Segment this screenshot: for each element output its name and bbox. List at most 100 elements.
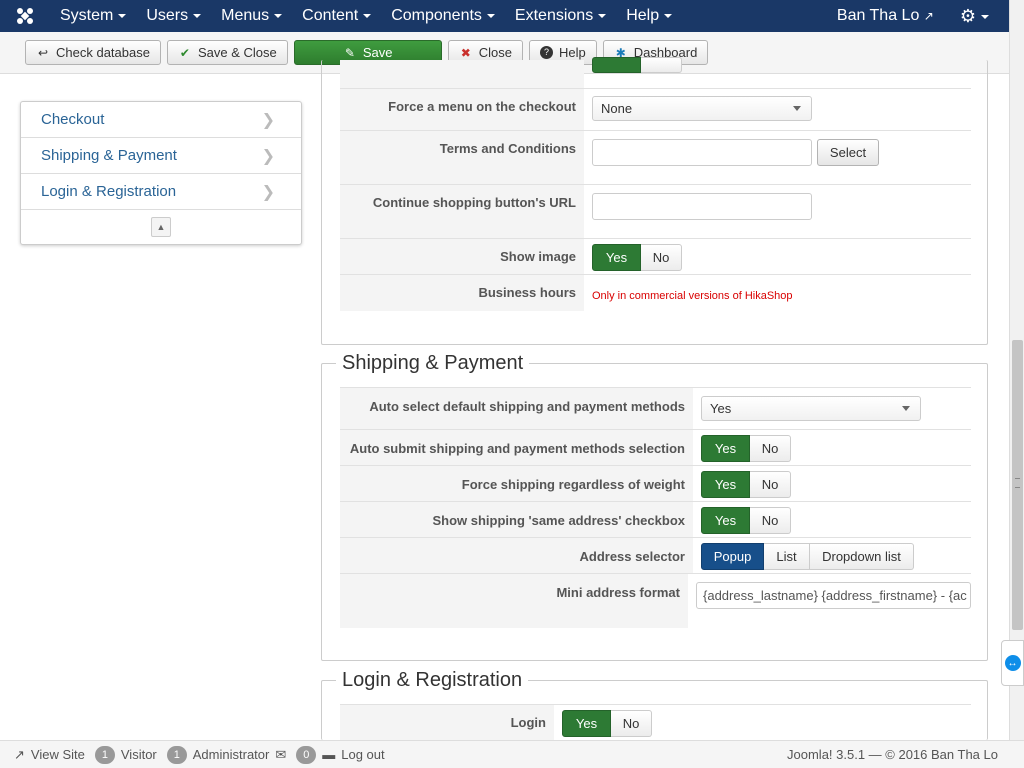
row-auto-select: Auto select default shipping and payment… bbox=[340, 387, 971, 430]
mini-address-input[interactable]: {address_lastname} {address_firstname} -… bbox=[696, 582, 971, 609]
sidebar-item-checkout[interactable]: Checkout ❯ bbox=[21, 102, 301, 138]
login-registration-legend: Login & Registration bbox=[336, 669, 529, 692]
teamviewer-icon: ↔ bbox=[1004, 655, 1021, 671]
shipping-payment-fieldset: Shipping & Payment Auto select default s… bbox=[321, 352, 988, 661]
chevron-down-icon bbox=[981, 14, 989, 19]
mini-address-label: Mini address format bbox=[340, 574, 688, 628]
visitor-count-badge: 1 bbox=[94, 745, 115, 764]
show-image-label: Show image bbox=[340, 239, 584, 275]
messages-status[interactable]: 0 ▬ Log out bbox=[296, 745, 385, 764]
force-shipping-no[interactable]: No bbox=[750, 471, 791, 498]
row-mini-address: Mini address format {address_lastname} {… bbox=[340, 573, 971, 628]
checkout-fieldset: Force a menu on the checkout None Terms … bbox=[321, 57, 988, 345]
row-business-hours: Business hours Only in commercial versio… bbox=[340, 274, 971, 311]
top-navbar: System Users Menus Content Components Ex… bbox=[0, 0, 1009, 32]
same-address-toggle[interactable]: Yes No bbox=[701, 507, 791, 534]
page-scrollbar[interactable] bbox=[1009, 0, 1024, 740]
show-image-yes[interactable]: Yes bbox=[592, 244, 641, 271]
business-hours-label: Business hours bbox=[340, 275, 584, 311]
chevron-down-icon bbox=[598, 13, 607, 18]
row-partial bbox=[340, 57, 971, 88]
view-site-link[interactable]: ↗ View Site bbox=[14, 747, 85, 763]
partial-toggle[interactable] bbox=[592, 57, 682, 84]
auto-select-label: Auto select default shipping and payment… bbox=[340, 388, 693, 430]
menu-content[interactable]: Content bbox=[292, 0, 381, 32]
check-database-button[interactable]: ↩ Check database bbox=[25, 40, 161, 65]
force-shipping-toggle[interactable]: Yes No bbox=[701, 471, 791, 498]
question-icon: ? bbox=[539, 46, 553, 59]
login-toggle[interactable]: Yes No bbox=[562, 710, 652, 737]
menu-system[interactable]: System bbox=[50, 0, 136, 32]
row-address-selector: Address selector Popup List Dropdown lis… bbox=[340, 537, 971, 574]
show-image-no[interactable]: No bbox=[641, 244, 682, 271]
continue-url-input[interactable] bbox=[592, 193, 812, 220]
row-force-shipping: Force shipping regardless of weight Yes … bbox=[340, 465, 971, 502]
login-yes[interactable]: Yes bbox=[562, 710, 611, 737]
sidebar-collapse-row: ▲ bbox=[21, 210, 301, 244]
force-shipping-yes[interactable]: Yes bbox=[701, 471, 750, 498]
collapse-up-icon[interactable]: ▲ bbox=[151, 217, 171, 237]
continue-url-label: Continue shopping button's URL bbox=[340, 185, 584, 239]
messages-count-badge: 0 bbox=[296, 745, 317, 764]
address-selector-popup[interactable]: Popup bbox=[701, 543, 764, 570]
force-shipping-label: Force shipping regardless of weight bbox=[340, 466, 693, 502]
shipping-payment-legend: Shipping & Payment bbox=[336, 352, 530, 375]
menu-menus[interactable]: Menus bbox=[211, 0, 292, 32]
chevron-down-icon bbox=[274, 13, 283, 18]
force-menu-select[interactable]: None bbox=[592, 96, 812, 121]
chevron-right-icon: ❯ bbox=[261, 183, 275, 201]
scrollbar-grip-icon bbox=[1015, 478, 1020, 488]
chevron-down-icon bbox=[118, 13, 127, 18]
gear-icon[interactable]: ⚙ bbox=[946, 6, 1009, 27]
save-close-button[interactable]: ✔ Save & Close bbox=[166, 40, 288, 65]
chevron-down-icon bbox=[486, 13, 495, 18]
mail-icon: ✉ bbox=[275, 746, 287, 762]
commercial-only-note: Only in commercial versions of HikaShop bbox=[592, 290, 793, 302]
chevron-down-icon bbox=[664, 13, 673, 18]
force-menu-label: Force a menu on the checkout bbox=[340, 89, 584, 131]
user-link[interactable]: Ban Tha Lo ↗ bbox=[825, 7, 946, 25]
menu-extensions[interactable]: Extensions bbox=[505, 0, 616, 32]
row-show-image: Show image Yes No bbox=[340, 238, 971, 275]
visitor-status[interactable]: 1 Visitor bbox=[94, 745, 157, 764]
sidebar-item-login-registration[interactable]: Login & Registration ❯ bbox=[21, 174, 301, 210]
address-selector-dropdown[interactable]: Dropdown list bbox=[810, 543, 914, 570]
auto-select-select[interactable]: Yes bbox=[701, 396, 921, 421]
terms-input[interactable] bbox=[592, 139, 812, 166]
menu-help[interactable]: Help bbox=[616, 0, 682, 32]
dropdown-arrow-icon bbox=[793, 106, 801, 111]
same-address-yes[interactable]: Yes bbox=[701, 507, 750, 534]
row-same-address: Show shipping 'same address' checkbox Ye… bbox=[340, 501, 971, 538]
external-link-icon: ↗ bbox=[923, 9, 934, 23]
chevron-right-icon: ❯ bbox=[261, 147, 275, 165]
version-text: Joomla! 3.5.1 — © 2016 Ban Tha Lo bbox=[787, 747, 998, 762]
row-terms: Terms and Conditions Select bbox=[340, 130, 971, 185]
auto-submit-toggle[interactable]: Yes No bbox=[701, 435, 791, 462]
terms-select-button[interactable]: Select bbox=[817, 139, 879, 166]
auto-submit-no[interactable]: No bbox=[750, 435, 791, 462]
minus-icon: ▬ bbox=[322, 747, 336, 762]
teamviewer-tab[interactable]: ↔ bbox=[1001, 640, 1024, 686]
dropdown-arrow-icon bbox=[902, 406, 910, 411]
login-label: Login bbox=[340, 705, 554, 742]
auto-submit-label: Auto submit shipping and payment methods… bbox=[340, 430, 693, 466]
sidebar-item-shipping-payment[interactable]: Shipping & Payment ❯ bbox=[21, 138, 301, 174]
row-force-menu: Force a menu on the checkout None bbox=[340, 88, 971, 131]
auto-submit-yes[interactable]: Yes bbox=[701, 435, 750, 462]
edit-icon: ✎ bbox=[344, 45, 355, 60]
login-no[interactable]: No bbox=[611, 710, 652, 737]
same-address-no[interactable]: No bbox=[750, 507, 791, 534]
menu-users[interactable]: Users bbox=[136, 0, 211, 32]
admin-status[interactable]: 1 Administrator ✉ bbox=[166, 745, 287, 764]
database-icon: ↩ bbox=[37, 45, 49, 60]
address-selector-list[interactable]: List bbox=[764, 543, 810, 570]
joomla-logo-icon[interactable] bbox=[0, 0, 50, 32]
navbar-right: Ban Tha Lo ↗ ⚙ bbox=[825, 0, 1009, 32]
row-auto-submit: Auto submit shipping and payment methods… bbox=[340, 429, 971, 466]
row-login: Login Yes No bbox=[340, 704, 971, 742]
external-link-icon: ↗ bbox=[14, 746, 25, 762]
show-image-toggle[interactable]: Yes No bbox=[592, 244, 682, 271]
menu-components[interactable]: Components bbox=[381, 0, 505, 32]
config-sidebar: Checkout ❯ Shipping & Payment ❯ Login & Re… bbox=[20, 101, 302, 245]
address-selector-toggle[interactable]: Popup List Dropdown list bbox=[701, 543, 914, 570]
